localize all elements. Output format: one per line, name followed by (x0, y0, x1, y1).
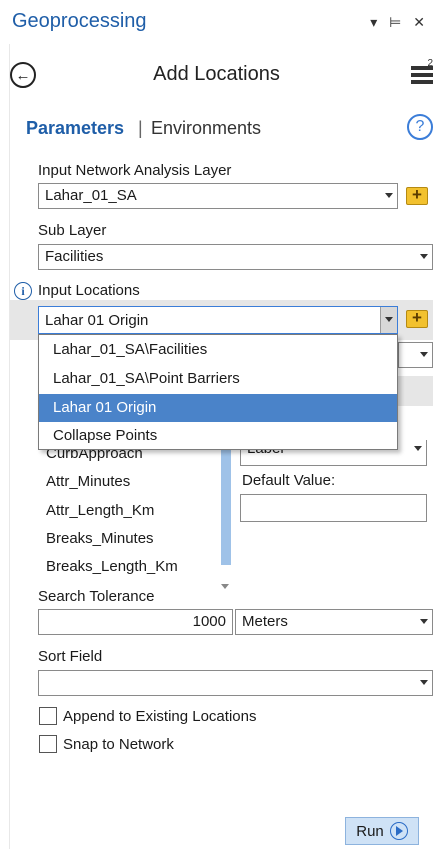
chevron-down-icon (420, 254, 428, 259)
search-tolerance-label: Search Tolerance (38, 588, 155, 605)
default-value-label: Default Value: (242, 472, 336, 489)
list-item[interactable]: Attr_Minutes (46, 473, 130, 490)
menu-icon[interactable] (411, 66, 433, 84)
append-label: Append to Existing Locations (63, 708, 257, 725)
list-item[interactable]: Attr_Length_Km (46, 502, 154, 519)
chevron-down-icon (420, 680, 428, 685)
chevron-down-icon (420, 619, 428, 624)
append-checkbox[interactable] (39, 707, 57, 725)
input-locations-dropdown-button[interactable] (380, 307, 397, 333)
play-icon (389, 822, 408, 840)
default-value-input[interactable] (240, 494, 427, 522)
info-icon[interactable]: i (14, 282, 32, 300)
pane-window-controls[interactable]: ▾ ⊨ ✕ (370, 14, 429, 31)
run-button[interactable]: Run (345, 817, 419, 845)
input-network-dropdown[interactable]: Lahar_01_SA (38, 183, 398, 209)
snap-label: Snap to Network (63, 736, 174, 753)
tab-separator: | (138, 118, 143, 138)
search-tolerance-unit: Meters (242, 613, 288, 630)
dropdown-option-selected[interactable]: Lahar 01 Origin (39, 394, 397, 422)
chevron-down-icon (385, 317, 393, 322)
chevron-down-icon (420, 352, 428, 357)
input-network-label: Input Network Analysis Layer (38, 162, 232, 179)
scroll-down-icon[interactable] (221, 584, 229, 589)
help-icon[interactable]: ? (407, 114, 433, 140)
chevron-down-icon (414, 446, 422, 451)
run-label: Run (356, 822, 384, 840)
add-data-icon[interactable] (406, 185, 428, 205)
sub-layer-value: Facilities (45, 248, 104, 265)
field-mapping-header (398, 376, 433, 406)
sub-layer-label: Sub Layer (38, 222, 107, 239)
input-locations-value: Lahar 01 Origin (45, 312, 149, 329)
tab-parameters[interactable]: Parameters (26, 118, 124, 139)
sub-layer-dropdown[interactable]: Facilities (38, 244, 433, 270)
dropdown-option[interactable]: Lahar_01_SA\Point Barriers (39, 365, 397, 393)
pane-title: Geoprocessing (12, 10, 147, 32)
input-network-value: Lahar_01_SA (45, 187, 137, 204)
dropdown-option[interactable]: Collapse Points (39, 422, 397, 450)
list-item[interactable]: Breaks_Length_Km (46, 558, 178, 575)
input-locations-dropdown[interactable]: Lahar 01 Origin (38, 306, 398, 334)
chevron-down-icon (385, 193, 393, 198)
sort-field-dropdown[interactable] (38, 670, 433, 696)
pane-left-edge (9, 0, 10, 849)
input-locations-dropdown-list[interactable]: Lahar_01_SA\Facilities Lahar_01_SA\Point… (38, 334, 398, 450)
tab-environments[interactable]: Environments (151, 118, 261, 139)
list-item[interactable]: Breaks_Minutes (46, 530, 154, 547)
snap-checkbox[interactable] (39, 735, 57, 753)
sort-field-label: Sort Field (38, 648, 103, 665)
input-locations-label: Input Locations (38, 282, 140, 299)
field-mapping-dropdown[interactable] (398, 342, 433, 368)
dropdown-option[interactable]: Lahar_01_SA\Facilities (39, 336, 397, 364)
search-tolerance-input[interactable]: 1000 (38, 609, 233, 635)
add-data-icon[interactable] (406, 308, 428, 328)
search-tolerance-unit-dropdown[interactable]: Meters (235, 609, 433, 635)
tool-title: Add Locations (153, 63, 280, 85)
